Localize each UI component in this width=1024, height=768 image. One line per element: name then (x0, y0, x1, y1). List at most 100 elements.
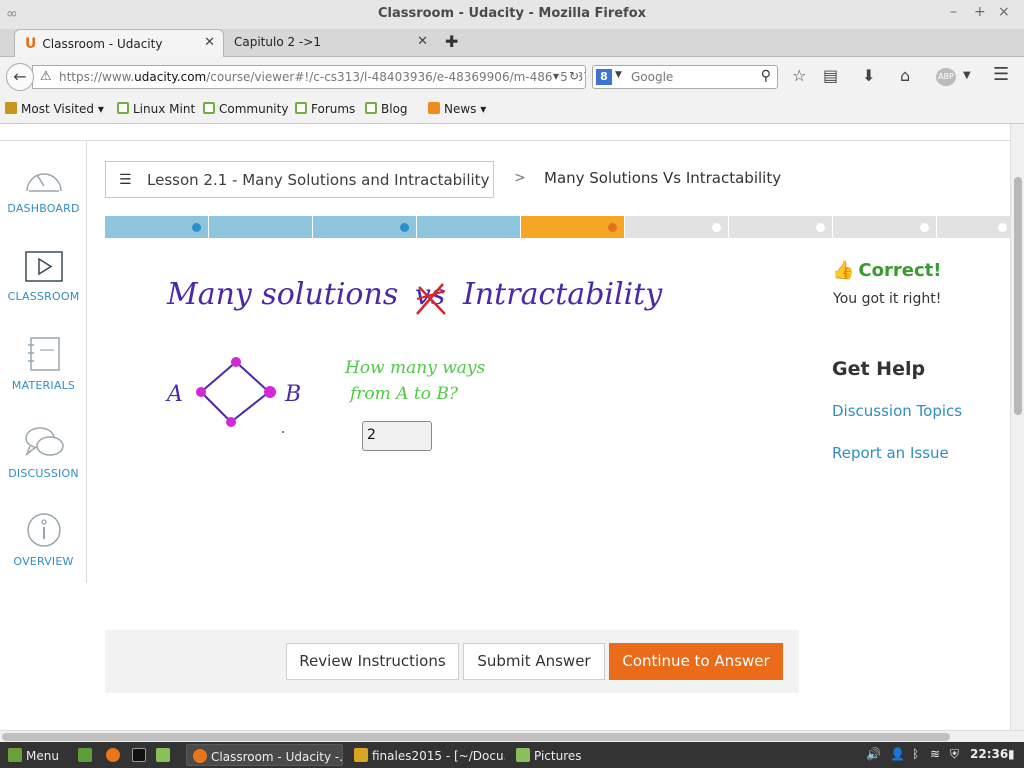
volume-icon[interactable]: 🔊 (866, 747, 881, 761)
taskbar-window-classroom[interactable]: Classroom - Udacity -... (186, 744, 343, 766)
sidebar-item-label: MATERIALS (11, 379, 76, 392)
gauge-icon (25, 173, 62, 192)
close-tab-icon[interactable]: ✕ (204, 35, 215, 50)
firefox-icon (193, 749, 207, 763)
bookmark-forums[interactable]: Forums (295, 102, 355, 116)
get-help-heading: Get Help (832, 358, 926, 380)
reload-icon[interactable]: ↻ (569, 69, 580, 83)
shield-icon[interactable]: ⛨ (950, 747, 959, 762)
continue-to-answer-button[interactable]: Continue to Answer (609, 643, 783, 680)
bookmark-label: News (444, 102, 477, 116)
progress-dot (608, 223, 617, 232)
progress-segment[interactable] (521, 216, 624, 238)
bookmark-linux-mint[interactable]: Linux Mint (117, 102, 195, 116)
progress-segment[interactable] (209, 216, 312, 238)
scrollbar-thumb[interactable] (1014, 177, 1022, 415)
progress-segment[interactable] (105, 216, 208, 238)
progress-segment[interactable] (313, 216, 416, 238)
search-engine-icon[interactable]: 8 (596, 69, 612, 85)
adblock-dropdown-icon[interactable]: ▼ (963, 70, 971, 81)
maximize-icon[interactable]: + (974, 4, 986, 20)
answer-input[interactable]: 2 (362, 421, 432, 451)
progress-segment[interactable] (833, 216, 936, 238)
sidebar-item-label: CLASSROOM (7, 290, 80, 303)
progress-segment[interactable] (625, 216, 728, 238)
graph-diagram: A B (165, 357, 301, 433)
progress-segment[interactable] (729, 216, 832, 238)
crossed-vs-icon: vs (415, 278, 446, 315)
firefox-launcher-icon[interactable] (106, 748, 120, 762)
bookmark-star-icon[interactable]: ☆ (792, 66, 806, 85)
reading-list-icon[interactable]: ▤ (823, 66, 838, 85)
handwriting-question-line2: from A to B? (348, 384, 459, 404)
downloads-icon[interactable]: ⬇ (862, 66, 875, 85)
progress-segment[interactable] (417, 216, 520, 238)
search-bar[interactable]: 8 ▼ Google ⚲ (592, 65, 778, 89)
progress-dot (920, 223, 929, 232)
tab-label: Classroom - Udacity (42, 37, 163, 51)
mint-icon (295, 102, 307, 114)
horizontal-scrollbar[interactable] (0, 730, 1024, 742)
search-engine-dropdown-icon[interactable]: ▼ (615, 70, 622, 80)
chat-bubbles-icon (24, 427, 64, 457)
notification-icon[interactable]: ▮ (1008, 747, 1015, 761)
wifi-icon[interactable]: ≋ (930, 747, 940, 761)
sidebar-item-classroom[interactable]: CLASSROOM (0, 250, 87, 303)
tab-capitulo[interactable]: Capitulo 2 ->1 ✕ (224, 29, 436, 57)
hamburger-menu-icon[interactable]: ☰ (993, 64, 1009, 85)
bookmark-community[interactable]: Community (203, 102, 288, 116)
quiz-drawing: Many solutions Intractability vs A (165, 277, 663, 433)
sidebar-item-label: DASHBOARD (7, 202, 80, 215)
terminal-launcher-icon[interactable] (132, 748, 146, 762)
progress-dot (998, 223, 1007, 232)
graph-node (196, 387, 206, 397)
user-icon[interactable]: 👤 (890, 747, 905, 761)
bookmark-most-visited[interactable]: Most Visited ▾ (5, 102, 104, 116)
new-tab-icon[interactable]: ✚ (445, 32, 458, 51)
info-icon (26, 513, 61, 547)
sidebar-item-discussion[interactable]: DISCUSSION (0, 424, 87, 480)
sidebar-item-overview[interactable]: OVERVIEW (0, 512, 87, 568)
taskbar-window-pictures[interactable]: Pictures (510, 744, 667, 766)
window-titlebar[interactable]: ∞ Classroom - Udacity - Mozilla Firefox … (0, 0, 1024, 29)
adblock-icon[interactable]: ABP (936, 68, 956, 86)
review-instructions-button[interactable]: Review Instructions (286, 643, 459, 680)
sidebar-item-materials[interactable]: MATERIALS (0, 336, 87, 392)
udacity-favicon-icon: U (25, 36, 37, 52)
lesson-progress-bar (105, 216, 1010, 238)
lesson-title: Lesson 2.1 - Many Solutions and Intracta… (147, 171, 490, 189)
submit-answer-button[interactable]: Submit Answer (463, 643, 605, 680)
taskbar-window-finales[interactable]: finales2015 - [~/Docu... (348, 744, 505, 766)
url-dropdown-icon[interactable]: ▾ (553, 69, 560, 83)
clock[interactable]: 22:36 (970, 747, 1008, 761)
bookmark-blog[interactable]: Blog (365, 102, 408, 116)
rss-icon (428, 102, 440, 114)
lesson-selector[interactable]: ☰ Lesson 2.1 - Many Solutions and Intrac… (105, 161, 494, 198)
home-icon[interactable]: ⌂ (900, 66, 910, 85)
search-icon[interactable]: ⚲ (761, 68, 771, 84)
progress-segment[interactable] (937, 216, 1010, 238)
sidebar-item-dashboard[interactable]: DASHBOARD (0, 161, 87, 215)
bluetooth-icon[interactable]: ᛒ (912, 747, 919, 761)
correct-message: You got it right! (833, 291, 942, 307)
back-button[interactable]: ← (6, 63, 34, 91)
files-launcher-icon[interactable] (156, 748, 170, 762)
bookmarks-toolbar: Most Visited ▾ Linux Mint Community Foru… (0, 96, 1024, 124)
vertical-scrollbar[interactable] (1010, 124, 1024, 730)
header-divider (0, 140, 1010, 141)
bookmark-news[interactable]: News ▾ (428, 102, 486, 116)
report-issue-link[interactable]: Report an Issue (832, 444, 949, 462)
graph-node (264, 386, 276, 398)
close-window-icon[interactable]: × (998, 4, 1010, 20)
tab-classroom-udacity[interactable]: U Classroom - Udacity ✕ (14, 29, 224, 57)
scrollbar-thumb[interactable] (2, 733, 950, 741)
bookmark-label: Most Visited (21, 102, 95, 116)
close-tab-icon[interactable]: ✕ (417, 34, 428, 49)
url-path: /course/viewer#!/c-cs313/l-48403936/e-48… (206, 70, 586, 84)
show-desktop-icon[interactable] (78, 748, 92, 762)
start-menu-button[interactable]: Menu (2, 744, 70, 766)
url-bar[interactable]: ⚠ https://www.udacity.com/course/viewer#… (32, 65, 586, 89)
progress-dot (400, 223, 409, 232)
minimize-icon[interactable]: – (950, 4, 957, 20)
discussion-topics-link[interactable]: Discussion Topics (832, 402, 962, 420)
